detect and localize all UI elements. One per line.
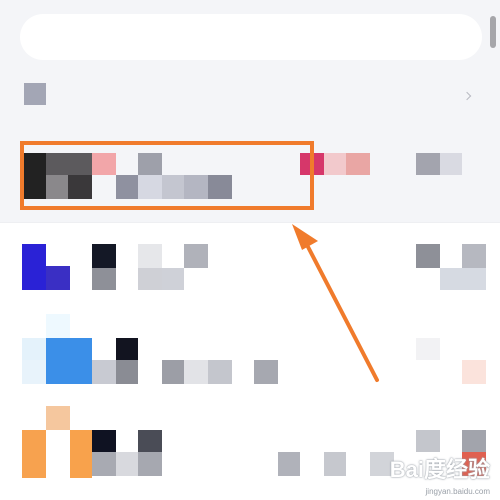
watermark-main: Bai度经验	[389, 457, 490, 482]
watermark: Bai度经验 jingyan.baidu.com	[380, 452, 500, 500]
watermark-sub: jingyan.baidu.com	[425, 487, 490, 496]
arrow-annotation	[292, 224, 379, 382]
